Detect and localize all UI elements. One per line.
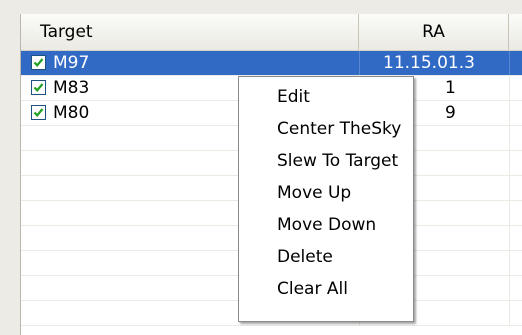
menu-item-clear-all[interactable]: Clear All	[239, 275, 413, 304]
grid-header: Target RA	[21, 14, 522, 51]
column-divider	[509, 51, 510, 75]
checkmark-icon	[33, 108, 44, 117]
column-divider	[359, 51, 360, 75]
checkmark-icon	[33, 58, 44, 67]
row-target-name: M83	[53, 78, 90, 98]
menu-item-slew-to-target[interactable]: Slew To Target	[239, 147, 413, 176]
column-divider	[509, 76, 510, 100]
row-ra-value: 11.15.01.3	[383, 53, 475, 73]
context-menu: Edit Center TheSky Slew To Target Move U…	[238, 76, 414, 322]
column-header-target[interactable]: Target	[21, 14, 359, 50]
row-ra-value: 1	[445, 78, 456, 98]
row-checkbox[interactable]	[31, 105, 46, 120]
row-ra-value: 9	[445, 103, 456, 123]
menu-item-move-up[interactable]: Move Up	[239, 179, 413, 208]
menu-item-move-down[interactable]: Move Down	[239, 211, 413, 240]
menu-item-delete[interactable]: Delete	[239, 243, 413, 272]
row-checkbox[interactable]	[31, 80, 46, 95]
checkmark-icon	[33, 83, 44, 92]
column-header-next[interactable]	[509, 14, 522, 50]
menu-item-edit[interactable]: Edit	[239, 83, 413, 112]
menu-item-center-thesky[interactable]: Center TheSky	[239, 115, 413, 144]
row-checkbox[interactable]	[31, 55, 46, 70]
row-target-name: M80	[53, 103, 90, 123]
column-divider	[509, 101, 510, 125]
row-target-name: M97	[53, 53, 90, 73]
column-header-ra[interactable]: RA	[359, 14, 509, 50]
table-row[interactable]: M97 11.15.01.3	[21, 51, 522, 76]
